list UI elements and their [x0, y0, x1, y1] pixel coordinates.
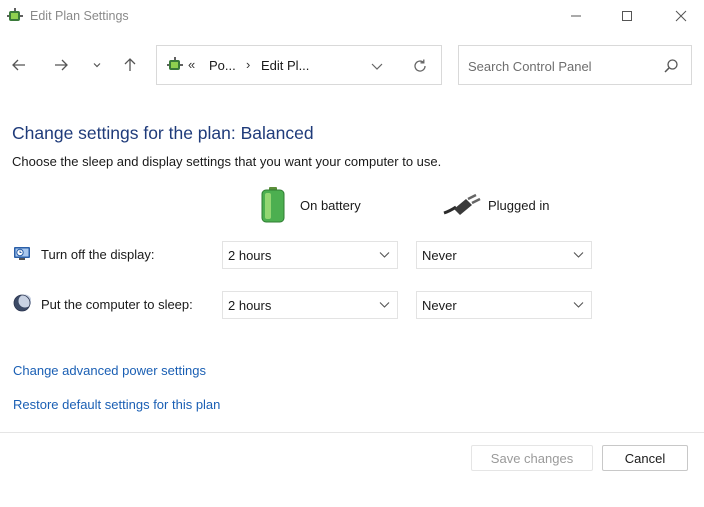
page-description: Choose the sleep and display settings th…	[12, 154, 442, 169]
forward-button[interactable]	[50, 54, 72, 76]
title-bar: Edit Plan Settings	[0, 0, 704, 32]
search-box[interactable]	[458, 45, 692, 85]
arrow-left-icon	[12, 59, 25, 71]
breadcrumb-item-power-options[interactable]: Po...	[209, 58, 236, 73]
cancel-button[interactable]: Cancel	[602, 445, 688, 471]
chevron-down-icon	[371, 63, 383, 70]
arrow-right-icon	[55, 59, 68, 71]
breadcrumb-separator[interactable]: ›	[246, 57, 250, 72]
on-battery-column-label: On battery	[300, 198, 361, 213]
address-dropdown-button[interactable]	[370, 60, 384, 72]
display-timer-icon	[13, 244, 31, 262]
search-input[interactable]	[468, 57, 658, 75]
chevron-down-icon	[573, 252, 584, 258]
minimize-icon	[571, 15, 581, 17]
breadcrumb-item-edit-plan[interactable]: Edit Pl...	[261, 58, 309, 73]
battery-icon	[261, 187, 285, 223]
power-options-icon	[166, 56, 184, 74]
maximize-button[interactable]	[604, 0, 650, 32]
chevron-down-icon	[93, 63, 101, 68]
plugged-in-column-label: Plugged in	[488, 198, 550, 213]
select-value: 2 hours	[228, 298, 272, 313]
recent-locations-button[interactable]	[86, 54, 108, 76]
minimize-button[interactable]	[553, 0, 599, 32]
chevron-down-icon	[379, 302, 390, 308]
power-plug-icon	[442, 193, 482, 217]
display-on-battery-select[interactable]: 2 hours	[222, 241, 398, 269]
select-value: 2 hours	[228, 248, 272, 263]
change-advanced-power-settings-link[interactable]: Change advanced power settings	[13, 363, 206, 378]
chevron-down-icon	[379, 252, 390, 258]
arrow-up-icon	[124, 58, 136, 71]
power-options-icon	[6, 7, 24, 25]
restore-default-settings-link[interactable]: Restore default settings for this plan	[13, 397, 220, 412]
maximize-icon	[622, 11, 632, 21]
search-icon[interactable]	[663, 58, 679, 74]
page-title: Change settings for the plan: Balanced	[12, 123, 314, 143]
select-value: Never	[422, 298, 457, 313]
close-button[interactable]	[658, 0, 704, 32]
window-title: Edit Plan Settings	[30, 9, 129, 23]
save-changes-button[interactable]: Save changes	[471, 445, 593, 471]
address-bar[interactable]: « Po... › Edit Pl...	[156, 45, 442, 85]
sleep-on-battery-select[interactable]: 2 hours	[222, 291, 398, 319]
refresh-icon	[414, 59, 426, 72]
back-button[interactable]	[8, 54, 30, 76]
select-value: Never	[422, 248, 457, 263]
breadcrumb-overflow[interactable]: «	[188, 57, 195, 72]
display-plugged-in-select[interactable]: Never	[416, 241, 592, 269]
up-button[interactable]	[119, 54, 141, 76]
sleep-plugged-in-select[interactable]: Never	[416, 291, 592, 319]
chevron-down-icon	[573, 302, 584, 308]
refresh-button[interactable]	[411, 57, 429, 75]
footer-divider	[0, 432, 704, 433]
sleep-moon-icon	[13, 294, 32, 312]
close-icon	[675, 10, 687, 22]
put-computer-to-sleep-label: Put the computer to sleep:	[41, 297, 193, 312]
turn-off-display-label: Turn off the display:	[41, 247, 155, 262]
